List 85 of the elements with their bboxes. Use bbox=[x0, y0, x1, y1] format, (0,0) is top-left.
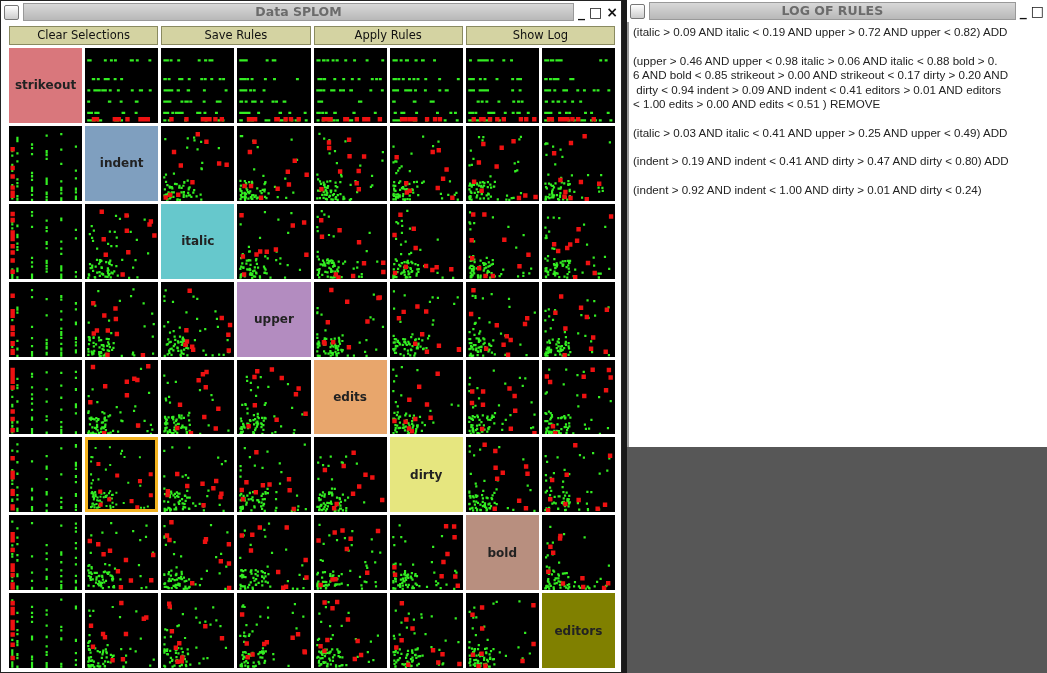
minimize-button[interactable]: _ bbox=[578, 4, 586, 20]
rule-text: (indent > 0.19 AND indent < 0.41 AND dirty > 0.47 AND dirty < 0.80) ADD bbox=[633, 154, 1009, 169]
scatter-plot[interactable] bbox=[541, 203, 615, 279]
scatter-plot[interactable] bbox=[9, 281, 83, 357]
scatter-plot[interactable] bbox=[313, 48, 387, 123]
scatter-plot[interactable] bbox=[465, 437, 539, 513]
variable-label[interactable]: strikeout bbox=[9, 48, 83, 123]
variable-label[interactable]: bold bbox=[465, 515, 539, 591]
scatter-plot[interactable] bbox=[9, 125, 83, 201]
scatter-plot[interactable] bbox=[237, 359, 311, 435]
scatter-plot[interactable] bbox=[313, 515, 387, 591]
scatter-plot[interactable] bbox=[237, 593, 311, 668]
variable-label[interactable]: upper bbox=[237, 281, 311, 357]
rule-text: (upper > 0.46 AND upper < 0.98 italic > 0.06 AND italic < 0.88 bold > 0. bbox=[633, 53, 998, 68]
scatter-plot[interactable] bbox=[541, 359, 615, 435]
rule-text: 6 AND bold < 0.85 strikeout > 0.00 AND strikeout < 0.17 dirty > 0.20 AND bbox=[633, 68, 1009, 83]
toolbar-button[interactable]: Show Log bbox=[465, 26, 615, 45]
variable-label[interactable]: dirty bbox=[389, 437, 463, 513]
rule-text: (italic > 0.03 AND italic < 0.41 AND upper > 0.25 AND upper < 0.49) ADD bbox=[633, 125, 1008, 140]
scatter-plot[interactable] bbox=[161, 593, 235, 668]
toolbar-button[interactable]: Apply Rules bbox=[313, 26, 463, 45]
scatter-plot[interactable] bbox=[9, 203, 83, 279]
scatter-plot[interactable] bbox=[389, 593, 463, 668]
close-button[interactable]: × bbox=[606, 4, 618, 20]
scatter-plot[interactable] bbox=[313, 281, 387, 357]
scatter-plot[interactable] bbox=[465, 359, 539, 435]
scatter-plot[interactable] bbox=[85, 48, 159, 123]
scatter-plot[interactable] bbox=[313, 593, 387, 668]
maximize-button[interactable]: □ bbox=[589, 4, 603, 20]
window-title: Data SPLOM bbox=[23, 3, 575, 21]
toolbar-button[interactable]: Clear Selections bbox=[9, 26, 159, 45]
scatter-plot[interactable] bbox=[9, 515, 83, 591]
scatter-plot[interactable] bbox=[85, 515, 159, 591]
scatter-plot[interactable] bbox=[9, 593, 83, 668]
scatter-plot[interactable] bbox=[237, 125, 311, 201]
scatter-plot[interactable] bbox=[9, 359, 83, 435]
scatter-plot[interactable] bbox=[161, 515, 235, 591]
scatter-plot[interactable] bbox=[465, 125, 539, 201]
scatter-plot[interactable] bbox=[541, 437, 615, 513]
scatter-plot[interactable] bbox=[389, 281, 463, 357]
scatter-plot[interactable] bbox=[161, 281, 235, 357]
minimize-button[interactable]: _ bbox=[1019, 3, 1027, 19]
scatter-plot[interactable] bbox=[465, 593, 539, 668]
scatter-plot[interactable] bbox=[389, 515, 463, 591]
scatter-plot[interactable] bbox=[85, 593, 159, 668]
scatter-plot[interactable] bbox=[161, 48, 235, 123]
scatter-plot[interactable] bbox=[85, 203, 159, 279]
scatter-plot[interactable] bbox=[465, 48, 539, 123]
toolbar-button[interactable]: Save Rules bbox=[161, 26, 311, 45]
scatter-plot[interactable] bbox=[541, 48, 615, 123]
scatter-plot[interactable] bbox=[389, 48, 463, 123]
scatter-plot[interactable] bbox=[313, 203, 387, 279]
scatter-plot[interactable] bbox=[313, 125, 387, 201]
scatter-plot[interactable] bbox=[313, 437, 387, 513]
scatter-plot[interactable] bbox=[389, 359, 463, 435]
scatter-plot[interactable] bbox=[237, 437, 311, 513]
scatter-plot[interactable] bbox=[161, 437, 235, 513]
scatter-plot[interactable] bbox=[541, 125, 615, 201]
rule-text: dirty < 0.94 indent > 0.09 AND indent < 0.41 editors > 0.01 AND editors bbox=[635, 82, 1001, 97]
scatter-plot[interactable] bbox=[161, 359, 235, 435]
variable-label[interactable]: indent bbox=[85, 125, 159, 201]
scatter-plot[interactable] bbox=[237, 515, 311, 591]
window-menu-icon[interactable] bbox=[630, 3, 645, 19]
variable-label[interactable]: italic bbox=[161, 203, 235, 279]
scatter-plot[interactable] bbox=[237, 48, 311, 123]
scatter-plot[interactable] bbox=[237, 203, 311, 279]
variable-label[interactable]: editors bbox=[541, 593, 615, 668]
scatter-plot[interactable] bbox=[465, 203, 539, 279]
rule-text: (indent > 0.92 AND indent < 1.00 AND dirty > 0.01 AND dirty < 0.24) bbox=[633, 182, 982, 197]
scatter-plot[interactable] bbox=[465, 281, 539, 357]
maximize-button[interactable]: □ bbox=[1030, 3, 1044, 19]
rule-text: < 1.00 edits > 0.00 AND edits < 0.51 ) REMOVE bbox=[633, 97, 881, 112]
window-menu-icon[interactable] bbox=[4, 4, 19, 20]
scatter-plot[interactable] bbox=[85, 281, 159, 357]
scatter-plot[interactable] bbox=[389, 203, 463, 279]
scatter-plot[interactable] bbox=[85, 437, 159, 513]
rule-text: (italic > 0.09 AND italic < 0.19 AND upper > 0.72 AND upper < 0.82) ADD bbox=[633, 25, 1008, 40]
scatter-plot[interactable] bbox=[161, 125, 235, 201]
window-title: LOG OF RULES bbox=[649, 2, 1016, 20]
variable-label[interactable]: edits bbox=[313, 359, 387, 435]
scatter-plot[interactable] bbox=[9, 437, 83, 513]
scatter-plot[interactable] bbox=[541, 515, 615, 591]
scatter-plot[interactable] bbox=[85, 359, 159, 435]
scatter-plot[interactable] bbox=[389, 125, 463, 201]
scatter-plot[interactable] bbox=[541, 281, 615, 357]
